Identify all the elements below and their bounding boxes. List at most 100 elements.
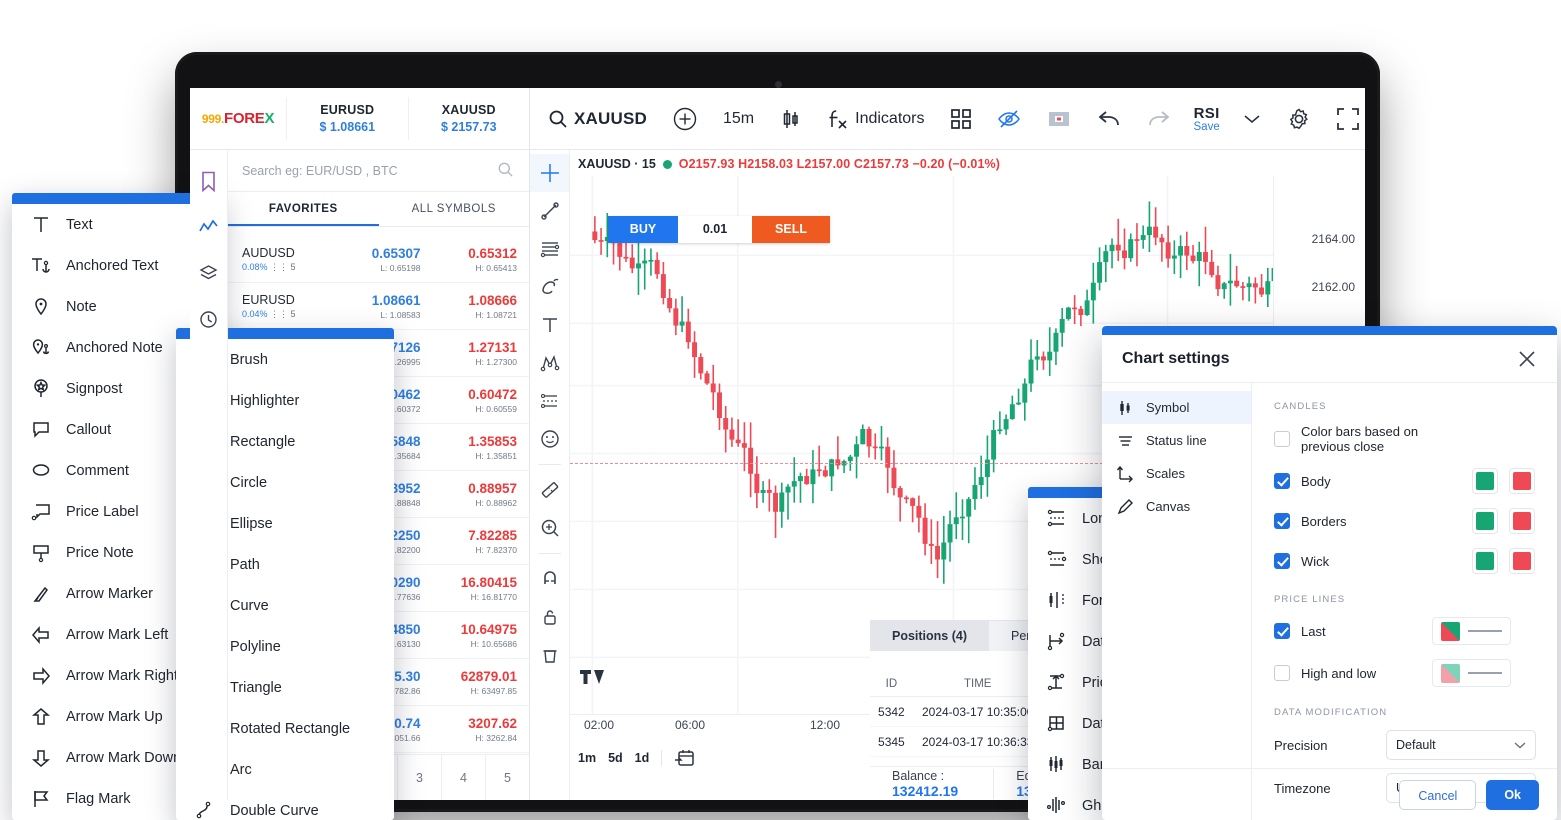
trend-line-icon[interactable] bbox=[530, 192, 569, 230]
up-color-swatch[interactable] bbox=[1472, 548, 1498, 574]
measure-ruler-icon[interactable] bbox=[530, 471, 569, 509]
brush-icon[interactable] bbox=[530, 268, 569, 306]
settings-button[interactable] bbox=[1274, 99, 1324, 139]
tab-positions[interactable]: Positions (4) bbox=[870, 621, 990, 651]
settings-option[interactable]: Borders bbox=[1274, 508, 1537, 534]
chart-symbol-search[interactable]: XAUUSD bbox=[536, 99, 660, 139]
line-style-picker[interactable] bbox=[1432, 617, 1511, 645]
range-1m[interactable]: 1m bbox=[578, 751, 596, 765]
line-style-picker[interactable] bbox=[1432, 659, 1511, 687]
ok-button[interactable]: Ok bbox=[1486, 779, 1539, 810]
text-icon[interactable] bbox=[530, 306, 569, 344]
emoji-icon[interactable] bbox=[530, 420, 569, 458]
settings-option[interactable]: High and low bbox=[1274, 659, 1537, 687]
ask-cell: 10.64975 H: 10.65686 bbox=[460, 621, 517, 649]
symbol-row[interactable]: EURUSD 0.04% ⋮⋮ 5 1.08661 L: 1.08583 1.08666… bbox=[228, 283, 529, 330]
settings-option[interactable]: Body bbox=[1274, 468, 1537, 494]
close-icon[interactable] bbox=[1517, 349, 1537, 369]
lock-drawings-icon[interactable] bbox=[530, 598, 569, 636]
up-color-swatch[interactable] bbox=[1472, 508, 1498, 534]
checkbox[interactable] bbox=[1274, 431, 1290, 447]
hide-drawings-button[interactable] bbox=[984, 99, 1034, 139]
precision-select[interactable]: Default bbox=[1386, 730, 1536, 760]
cursor-crosshair-icon[interactable] bbox=[530, 154, 569, 192]
settings-option[interactable]: Color bars based on previous close bbox=[1274, 424, 1537, 454]
layers-icon[interactable] bbox=[190, 250, 227, 296]
page-3[interactable]: 3 bbox=[397, 754, 441, 800]
page-5[interactable]: 5 bbox=[485, 754, 529, 800]
checkbox[interactable] bbox=[1274, 623, 1290, 639]
pattern-icon[interactable] bbox=[530, 344, 569, 382]
tab-favorites[interactable]: FAVORITES bbox=[228, 192, 379, 226]
cancel-button[interactable]: Cancel bbox=[1399, 779, 1477, 810]
range-5d[interactable]: 5d bbox=[608, 751, 623, 765]
goto-date-icon[interactable] bbox=[674, 748, 696, 768]
sell-button[interactable]: SELL bbox=[752, 216, 830, 243]
fullscreen-button[interactable] bbox=[1324, 99, 1365, 139]
chart-symbol-label: XAUUSD bbox=[574, 108, 647, 128]
remove-drawings-icon[interactable] bbox=[530, 636, 569, 674]
col-time[interactable]: TIME bbox=[913, 678, 1043, 690]
line-style-preview bbox=[1468, 630, 1502, 632]
symbol-row[interactable]: AUDUSD 0.08% ⋮⋮ 5 0.65307 L: 0.65198 0.65312… bbox=[228, 236, 529, 283]
checkbox[interactable] bbox=[1274, 513, 1290, 529]
dialog-titlebar[interactable] bbox=[1102, 326, 1557, 335]
tool-label: Highlighter bbox=[230, 392, 300, 409]
bookmark-icon[interactable] bbox=[190, 158, 227, 204]
fib-retracement-icon[interactable] bbox=[530, 230, 569, 268]
down-color-swatch[interactable] bbox=[1509, 468, 1535, 494]
chart-line-icon[interactable] bbox=[190, 204, 227, 250]
option-label: Last bbox=[1301, 623, 1326, 639]
timeframe-button[interactable]: 15m bbox=[710, 99, 767, 139]
settings-option[interactable]: Last bbox=[1274, 617, 1537, 645]
long-position-icon[interactable] bbox=[530, 382, 569, 420]
tab-all-symbols[interactable]: ALL SYMBOLS bbox=[379, 192, 530, 226]
buy-button[interactable]: BUY bbox=[608, 216, 678, 243]
chart-settings-dialog[interactable]: Chart settings Symbol Status line Scales Ca… bbox=[1102, 326, 1557, 820]
tool-label: Anchored Note bbox=[66, 339, 163, 356]
page-4[interactable]: 4 bbox=[441, 754, 485, 800]
settings-option[interactable]: Wick bbox=[1274, 548, 1537, 574]
settings-nav-status-line[interactable]: Status line bbox=[1102, 424, 1251, 457]
layout-grid-button[interactable] bbox=[938, 99, 984, 139]
rsi-save-link[interactable]: Save bbox=[1194, 121, 1220, 133]
magnet-icon[interactable] bbox=[530, 560, 569, 598]
chevron-down-icon bbox=[1243, 113, 1261, 125]
tool-label: Double Curve bbox=[230, 802, 319, 819]
indicators-button[interactable]: Indicators bbox=[815, 99, 937, 139]
undo-button[interactable] bbox=[1084, 99, 1134, 139]
order-widget[interactable]: BUY 0.01 SELL bbox=[608, 216, 830, 243]
symbol-search-input[interactable]: Search eg: EUR/USD , BTC bbox=[190, 150, 529, 192]
forecast-icon bbox=[1046, 590, 1068, 611]
up-color-swatch[interactable] bbox=[1472, 468, 1498, 494]
clock-icon[interactable] bbox=[190, 296, 227, 342]
signpost-icon bbox=[30, 378, 52, 399]
object-tree-button[interactable] bbox=[1034, 99, 1084, 139]
settings-nav-scales[interactable]: Scales bbox=[1102, 457, 1251, 490]
option-label: Wick bbox=[1301, 553, 1330, 569]
tool-label: Arrow Mark Down bbox=[66, 749, 182, 766]
down-color-swatch[interactable] bbox=[1509, 508, 1535, 534]
checkbox[interactable] bbox=[1274, 473, 1290, 489]
lot-input[interactable]: 0.01 bbox=[678, 216, 752, 243]
rsi-template[interactable]: RSI Save bbox=[1184, 105, 1230, 133]
settings-nav-canvas[interactable]: Canvas bbox=[1102, 490, 1251, 523]
ticker-xauusd[interactable]: XAUUSD $ 2157.73 bbox=[407, 97, 530, 140]
range-selector: 1m 5d 1d bbox=[578, 748, 696, 768]
col-id[interactable]: ID bbox=[870, 678, 913, 690]
checkbox[interactable] bbox=[1274, 665, 1290, 681]
checkbox[interactable] bbox=[1274, 553, 1290, 569]
down-color-swatch[interactable] bbox=[1509, 548, 1535, 574]
ticker-price: $ 1.08661 bbox=[319, 120, 376, 134]
settings-nav-symbol[interactable]: Symbol bbox=[1102, 391, 1251, 424]
template-dropdown-button[interactable] bbox=[1230, 99, 1274, 139]
undo-icon bbox=[1097, 109, 1121, 129]
redo-button[interactable] bbox=[1134, 99, 1184, 139]
zoom-in-icon[interactable] bbox=[530, 509, 569, 547]
tool-label: Arrow Mark Right bbox=[66, 667, 178, 684]
chart-type-button[interactable] bbox=[767, 99, 815, 139]
ticker-symbol: XAUUSD bbox=[441, 103, 496, 117]
range-1d[interactable]: 1d bbox=[635, 751, 650, 765]
add-symbol-button[interactable] bbox=[660, 99, 710, 139]
ticker-eurusd[interactable]: EURUSD $ 1.08661 bbox=[286, 97, 408, 140]
